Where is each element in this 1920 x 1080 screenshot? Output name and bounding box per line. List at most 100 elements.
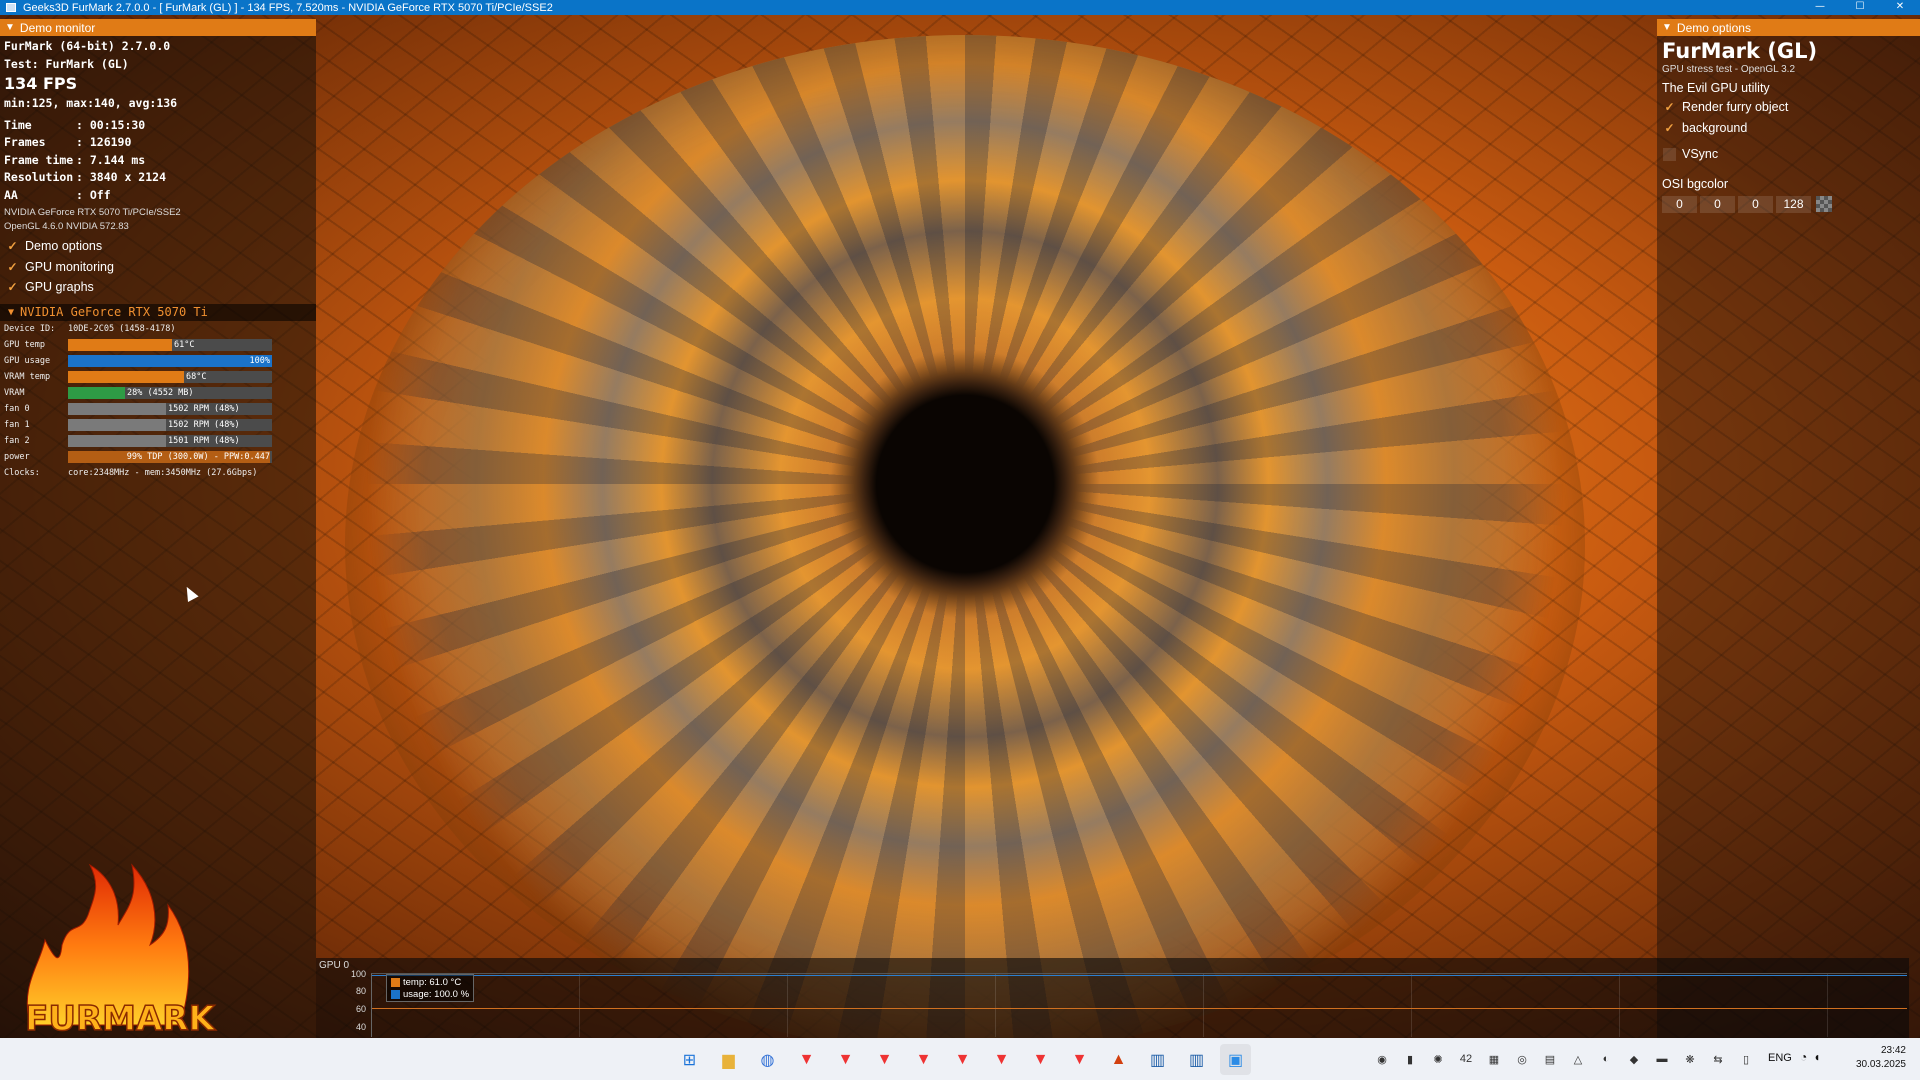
- checkbox-label: GPU graphs: [25, 280, 94, 295]
- checkmark-icon[interactable]: ✓: [6, 260, 19, 274]
- start-icon[interactable]: ⊞: [674, 1044, 705, 1075]
- checkmark-icon[interactable]: ✓: [6, 280, 19, 294]
- tray-icon[interactable]: ◆: [1624, 1050, 1644, 1068]
- checkbox-row[interactable]: ✓ GPU monitoring: [0, 257, 316, 278]
- clock[interactable]: 23:42 30.03.2025: [1856, 1044, 1906, 1072]
- furmark-logo: FURMARK: [24, 863, 217, 1040]
- gpu-stat-bar-text: 61°C: [174, 339, 195, 350]
- taskbar: ⊞ ▆ ◍ ▼ ▼ ▼ ▼ ▼ ▼ ▼ ▼ ▲ ▥ ▥ ▣ ◉ ▮ ✺ 42 ▦ ◎ ▤ △ ◐ ◆ ▬ ❋ ⇆ ▯ ENG ◔ ◖ …: [0, 1038, 1920, 1080]
- vsync-checkbox[interactable]: ✓: [1663, 147, 1676, 161]
- osi-green-field[interactable]: 0: [1700, 195, 1735, 213]
- gpu-stat-row: power 99% TDP (300.0W) - PPW:0.447: [0, 449, 316, 465]
- gpu-stat-bar: 68°C: [68, 370, 272, 383]
- demo-monitor-header[interactable]: ▼ Demo monitor: [0, 19, 316, 36]
- maximize-button[interactable]: ☐: [1840, 0, 1880, 15]
- window-app-icon[interactable]: ▣: [1220, 1044, 1251, 1075]
- vivaldi-icon-7[interactable]: ▼: [1025, 1044, 1056, 1075]
- demo-monitor-title: Demo monitor: [19, 20, 96, 35]
- gpu-bars: GPU temp 61°C GPU usage 100% VRAM temp 68°C VR…: [0, 337, 316, 465]
- vivaldi-icon-8[interactable]: ▼: [1064, 1044, 1095, 1075]
- tray-icon[interactable]: ▦: [1484, 1050, 1504, 1068]
- renderer-info: NVIDIA GeForce RTX 5070 Ti/PCIe/SSE2: [4, 207, 181, 218]
- legend-usage: usage: 100.0 %: [391, 988, 469, 1000]
- copilot-icon[interactable]: ◍: [752, 1044, 783, 1075]
- monitor-stat-label: AA: [4, 187, 18, 202]
- gpu-name: NVIDIA GeForce RTX 5070 Ti: [20, 305, 208, 319]
- close-button[interactable]: ✕: [1880, 0, 1920, 15]
- tray-icon[interactable]: ❋: [1680, 1050, 1700, 1068]
- device-id-value: 10DE-2C05 (1458-4178): [68, 323, 176, 334]
- tray-icon[interactable]: ◉: [1372, 1050, 1392, 1068]
- tray-icon[interactable]: ▯: [1736, 1050, 1756, 1068]
- device-id-label: Device ID:: [4, 323, 56, 334]
- monitor-stat-label: Resolution: [4, 170, 74, 184]
- tray-icon[interactable]: △: [1568, 1050, 1588, 1068]
- tray-icon[interactable]: ▤: [1540, 1050, 1560, 1068]
- gpu-stat-label: GPU usage: [4, 355, 51, 366]
- collapse-triangle-icon: ▼: [5, 22, 15, 33]
- tray-icon[interactable]: ⇆: [1708, 1050, 1728, 1068]
- tray-icon[interactable]: ◐: [1596, 1050, 1616, 1068]
- demo-options-header[interactable]: ▼ Demo options: [1657, 19, 1920, 36]
- vivaldi-icon-5[interactable]: ▼: [947, 1044, 978, 1075]
- checkbox-label: Demo options: [25, 239, 103, 254]
- checkbox-row[interactable]: ✓ Demo options: [0, 236, 316, 257]
- vivaldi-icon-3[interactable]: ▼: [869, 1044, 900, 1075]
- gpu-stat-label: fan 1: [4, 419, 30, 430]
- fps-counter: 134 FPS: [4, 74, 78, 93]
- gpu-stat-bar: 28% (4552 MB): [68, 386, 272, 399]
- monitor-stat-value: : 3840 x 2124: [76, 170, 167, 184]
- osi-bgcolor-fields: 0 0 0 128: [1657, 195, 1920, 213]
- checkbox-row[interactable]: ✓ background: [1657, 118, 1920, 139]
- monitor-app-icon-2[interactable]: ▥: [1181, 1044, 1212, 1075]
- gpu-stat-bar-text: 100%: [249, 355, 270, 366]
- test-name: Test: FurMark (GL): [4, 56, 129, 71]
- legend-temp: temp: 61.0 °C: [391, 976, 469, 988]
- title-bar: Geeks3D FurMark 2.7.0.0 - [ FurMark (GL)…: [0, 0, 1920, 15]
- vivaldi-icon-2[interactable]: ▼: [830, 1044, 861, 1075]
- checkmark-icon[interactable]: ✓: [1663, 100, 1676, 114]
- vsync-row[interactable]: ✓ VSync: [1657, 144, 1920, 165]
- gpu-stat-bar: 1501 RPM (48%): [68, 434, 272, 447]
- checkbox-label: Render furry object: [1682, 100, 1789, 115]
- gpu-stat-label: power: [4, 451, 30, 462]
- volume-icon[interactable]: ◖: [1813, 1050, 1820, 1064]
- file-explorer-icon[interactable]: ▆: [713, 1044, 744, 1075]
- checkmark-icon[interactable]: ✓: [6, 239, 19, 253]
- gpu-stat-row: fan 0 1502 RPM (48%): [0, 401, 316, 417]
- wifi-icon[interactable]: ◔: [1800, 1050, 1807, 1064]
- gpu-stat-label: fan 2: [4, 435, 30, 446]
- vivaldi-icon-4[interactable]: ▼: [908, 1044, 939, 1075]
- furmark-icon[interactable]: ▲: [1103, 1044, 1134, 1075]
- osi-alpha-field[interactable]: 128: [1776, 195, 1811, 213]
- vivaldi-icon-6[interactable]: ▼: [986, 1044, 1017, 1075]
- osi-color-swatch[interactable]: [1816, 195, 1832, 212]
- monitor-stat-label: Frame time: [4, 152, 74, 167]
- minimize-button[interactable]: —: [1800, 0, 1840, 15]
- system-icons[interactable]: ◔ ◖: [1800, 1050, 1821, 1064]
- legend-temp-swatch: [391, 977, 400, 987]
- osi-blue-field[interactable]: 0: [1738, 195, 1773, 213]
- gpu-stat-label: VRAM temp: [4, 371, 51, 382]
- checkbox-row[interactable]: ✓ GPU graphs: [0, 277, 316, 298]
- gpu-stat-bar-text: 1502 RPM (48%): [168, 419, 240, 430]
- checkmark-icon[interactable]: ✓: [1663, 121, 1676, 135]
- window-controls: — ☐ ✕: [1800, 0, 1920, 15]
- monitor-stat-row: Time: 00:15:30: [0, 117, 316, 135]
- tray-icon[interactable]: ◎: [1512, 1050, 1532, 1068]
- legend-temp-label: temp: 61.0 °C: [403, 976, 462, 988]
- vivaldi-icon-1[interactable]: ▼: [791, 1044, 822, 1075]
- osi-red-field[interactable]: 0: [1662, 195, 1697, 213]
- monitor-app-icon-1[interactable]: ▥: [1142, 1044, 1173, 1075]
- usage-line: [372, 975, 1907, 976]
- gpu-section-header[interactable]: ▼ NVIDIA GeForce RTX 5070 Ti: [0, 303, 316, 321]
- vsync-label: VSync: [1682, 147, 1719, 162]
- tray-icon[interactable]: ✺: [1428, 1050, 1448, 1068]
- tray-icon[interactable]: 42: [1456, 1050, 1476, 1068]
- collapse-triangle-icon: ▼: [8, 306, 15, 318]
- tray-icon[interactable]: ▮: [1400, 1050, 1420, 1068]
- checkbox-row[interactable]: ✓ Render furry object: [1657, 97, 1920, 118]
- tray-icon[interactable]: ▬: [1652, 1050, 1672, 1068]
- gpu-stat-row: VRAM temp 68°C: [0, 369, 316, 385]
- language-indicator[interactable]: ENG: [1768, 1052, 1792, 1064]
